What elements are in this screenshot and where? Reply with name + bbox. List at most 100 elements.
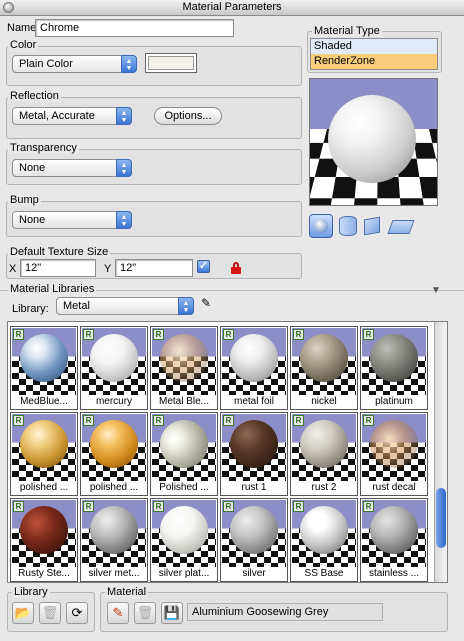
thumbnail-image: R [362,414,426,482]
refresh-icon[interactable]: ⟳ [66,602,88,624]
transparency-popup[interactable]: None ▲ ▼ [12,159,132,177]
window-title: Material Parameters [182,1,282,13]
thumbnail-label: Metal Ble... [151,395,217,409]
link-checkbox[interactable]: ✓ [197,260,210,273]
material-thumbnail[interactable]: Rrust 2 [290,412,358,496]
thumbnail-label: SS Base [291,567,357,581]
renderzone-badge-icon: R [13,415,24,426]
material-thumbnail[interactable]: Rrust 1 [220,412,288,496]
thumbnail-label: polished ... [11,481,77,495]
material-sphere [20,506,68,554]
thumbnail-label: nickel [291,395,357,409]
material-thumbnail[interactable]: R Metal Ble... [150,326,218,410]
scrollbar-thumb[interactable] [436,488,446,548]
material-thumbnail[interactable]: R Polished ... [150,412,218,496]
material-thumbnail[interactable]: Rmetal foil [220,326,288,410]
material-thumbnail[interactable]: Rsilver [220,498,288,582]
save-icon[interactable]: 💾 [161,602,183,624]
texture-x-field[interactable]: 12" [20,259,96,277]
material-thumbnail[interactable]: R MedBlue... [10,326,78,410]
thumbnail-image: R [12,500,76,568]
shape-sphere-button[interactable] [309,214,333,238]
libraries-label: Material Libraries [8,283,97,295]
thumbnail-image: R [12,328,76,396]
material-actions-label: Material [105,586,149,598]
material-thumbnail[interactable]: Rsilver met... [80,498,148,582]
material-sphere [300,420,348,468]
material-thumbnail[interactable]: Rrust decal [360,412,428,496]
bump-popup[interactable]: None ▲ ▼ [12,211,132,229]
thumbnail-label: Polished ... [151,481,217,495]
name-label: Name [7,22,37,34]
thumbnail-image: R [362,328,426,396]
window-titlebar: Material Parameters [0,0,464,16]
thumbnail-image: R [152,500,216,568]
material-sphere [230,506,278,554]
thumbnail-label: Rusty Ste... [11,567,77,581]
open-folder-icon[interactable]: 📂 [12,602,34,624]
library-popup-value: Metal [63,300,90,312]
renderzone-badge-icon: R [83,329,94,340]
color-swatch [148,56,194,70]
material-sphere [230,420,278,468]
material-thumbnail[interactable]: Rstainless ... [360,498,428,582]
texture-y-label: Y [104,263,112,275]
material-thumbnail[interactable]: Rnickel [290,326,358,410]
reflection-popup[interactable]: Metal, Accurate ▲ ▼ [12,107,132,125]
thumbnail-image: R [12,414,76,482]
color-swatch-button[interactable] [145,53,197,73]
library-popup[interactable]: Metal ▲ ▼ [56,297,194,315]
thumbnail-label: silver plat... [151,567,217,581]
material-sphere [20,334,68,382]
name-field[interactable]: Chrome [35,19,234,37]
options-button[interactable]: Options... [154,107,222,125]
material-sphere [370,420,418,468]
texture-label: Default Texture Size [8,246,111,258]
material-sphere [90,420,138,468]
renderzone-badge-icon: R [293,415,304,426]
pencil-icon[interactable]: ✎ [107,602,129,624]
material-sphere [370,334,418,382]
thumbnail-image: R [292,328,356,396]
plane-icon[interactable] [387,220,415,234]
close-icon[interactable] [3,2,14,13]
material-thumbnail[interactable]: R Rusty Ste... [10,498,78,582]
material-thumbnail[interactable]: R SS Base [290,498,358,582]
renderzone-badge-icon: R [223,501,234,512]
material-sphere [20,420,68,468]
renderzone-badge-icon: R [153,415,164,426]
transparency-label: Transparency [8,142,79,154]
material-type-renderzone[interactable]: RenderZone [311,54,437,69]
color-popup[interactable]: Plain Color ▲ ▼ [12,55,137,73]
trash-icon[interactable]: 🗑 [134,602,156,624]
thumbnail-image: R [292,414,356,482]
material-thumbnail[interactable]: Rplatinum [360,326,428,410]
renderzone-badge-icon: R [363,329,374,340]
triangle-down-icon[interactable]: ▼ [431,285,441,296]
material-thumbnail[interactable]: Rpolished ... [10,412,78,496]
thumbnail-label: MedBlue... [11,395,77,409]
thumbnail-label: rust 1 [221,481,287,495]
renderzone-badge-icon: R [13,329,24,340]
cylinder-icon[interactable] [339,216,357,236]
lock-icon[interactable] [231,262,241,274]
chevron-updown-icon: ▲ ▼ [116,211,132,229]
scrollbar[interactable] [434,322,447,582]
texture-y-field[interactable]: 12" [115,259,193,277]
library-label: Library: [12,303,49,315]
thumbnail-image: R [152,414,216,482]
renderzone-badge-icon: R [363,501,374,512]
trash-icon[interactable]: 🗑 [39,602,61,624]
material-thumbnail[interactable]: Rmercury [80,326,148,410]
renderzone-badge-icon: R [153,329,164,340]
material-sphere [370,506,418,554]
chevron-updown-icon: ▲ ▼ [116,107,132,125]
dropper-icon[interactable]: ✎ [201,296,211,310]
material-thumbnail[interactable]: Rsilver plat... [150,498,218,582]
material-type-shaded[interactable]: Shaded [311,39,437,54]
material-type-list[interactable]: Shaded RenderZone [310,38,438,70]
renderzone-badge-icon: R [363,415,374,426]
cube-icon[interactable] [364,216,380,236]
material-thumbnail[interactable]: Rpolished ... [80,412,148,496]
renderzone-badge-icon: R [223,415,234,426]
